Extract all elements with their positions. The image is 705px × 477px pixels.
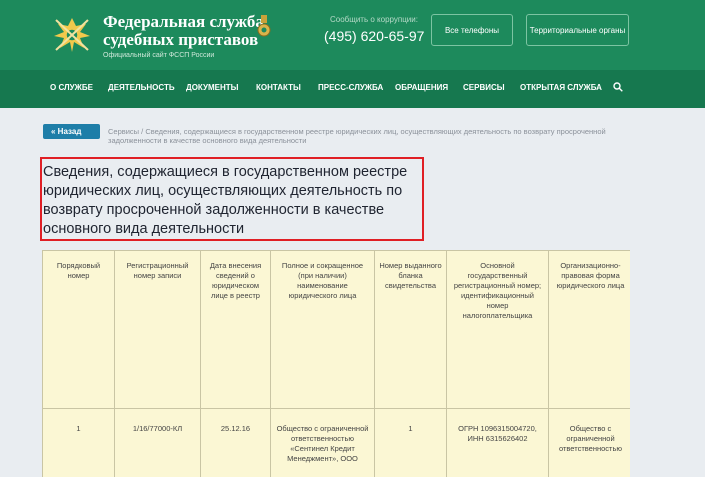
site-title-line1: Федеральная служба [103,12,264,31]
nav-open-service[interactable]: ОТКРЫТАЯ СЛУЖБА [520,83,602,92]
medal-icon [257,15,271,37]
breadcrumb-separator: / [141,127,144,136]
col-header-legal-form: Организационно-правовая форма юридическо… [548,250,630,409]
site-header: Федеральная служба судебных приставов Оф… [0,0,705,70]
cell-certificate: 1 [374,408,447,477]
nav-documents[interactable]: ДОКУМЕНТЫ [186,83,238,92]
cell-date: 25.12.16 [200,408,271,477]
search-icon[interactable] [613,82,623,92]
nav-contacts[interactable]: КОНТАКТЫ [256,83,301,92]
col-header-certificate: Номер выданного бланка свидетельства [374,250,447,409]
breadcrumb-current: Сведения, содержащиеся в государственном… [108,127,606,145]
col-header-name: Полное и сокращенное (при наличии) наиме… [270,250,375,409]
col-header-ogrn-inn: Основной государственный регистрационный… [446,250,549,409]
fssp-emblem-icon[interactable] [50,14,94,56]
hotline-phone[interactable]: (495) 620-65-97 [324,28,424,44]
nav-press[interactable]: ПРЕСС-СЛУЖБА [318,83,383,92]
cell-ogrn-inn: ОГРН 1096315004720, ИНН 6315626402 [446,408,549,477]
col-header-date: Дата внесения сведений о юридическом лиц… [200,250,271,409]
corruption-report-label: Сообщить о коррупции: [330,15,418,24]
nav-activity[interactable]: ДЕЯТЕЛЬНОСТЬ [108,83,175,92]
registry-table: Порядковый номер Регистрационный номер з… [42,250,630,477]
site-subtitle: Официальный сайт ФССП России [103,52,215,59]
col-header-index: Порядковый номер [42,250,115,409]
breadcrumb-services-link[interactable]: Сервисы [108,127,139,136]
col-header-reg-number: Регистрационный номер записи [114,250,201,409]
registry-table-container[interactable]: Порядковый номер Регистрационный номер з… [42,250,630,477]
table-row: 1 1/16/77000-КЛ 25.12.16 Общество с огра… [42,408,630,477]
nav-appeals[interactable]: ОБРАЩЕНИЯ [395,83,448,92]
nav-services[interactable]: СЕРВИСЫ [463,83,505,92]
table-header-row: Порядковый номер Регистрационный номер з… [42,250,630,409]
all-phones-button[interactable]: Все телефоны [431,14,513,46]
breadcrumb: Сервисы / Сведения, содержащиеся в госуд… [108,127,628,145]
cell-legal-form: Общество с ограниченной ответственностью [548,408,630,477]
territorial-bodies-button[interactable]: Территориальные органы [526,14,629,46]
cell-reg-number: 1/16/77000-КЛ [114,408,201,477]
site-title[interactable]: Федеральная служба судебных приставов [103,13,264,49]
cell-name: Общество с ограниченной ответственностью… [270,408,375,477]
main-nav: О СЛУЖБЕ ДЕЯТЕЛЬНОСТЬ ДОКУМЕНТЫ КОНТАКТЫ… [0,70,705,108]
cell-index: 1 [42,408,115,477]
page-title: Сведения, содержащиеся в государственном… [43,164,408,237]
back-button[interactable]: « Назад [43,124,100,139]
nav-about[interactable]: О СЛУЖБЕ [50,83,93,92]
site-title-line2: судебных приставов [103,30,259,49]
